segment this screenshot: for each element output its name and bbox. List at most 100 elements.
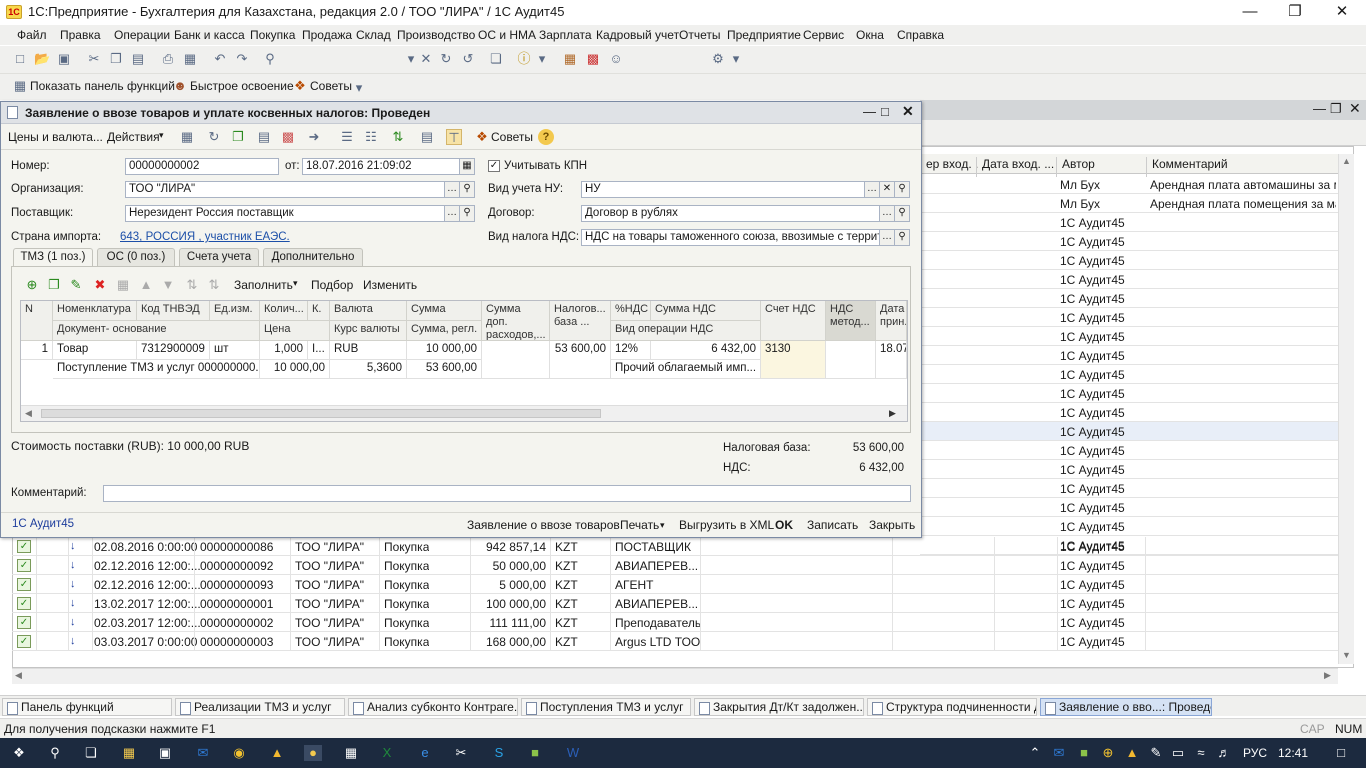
supplier-search-icon[interactable]: ⚲ [459,205,475,222]
tab-additional[interactable]: Дополнительно [263,248,363,266]
table-horizontal-scrollbar[interactable]: ◀ ▶ [21,405,907,421]
norton-icon[interactable]: ▲ [268,745,286,761]
list-row[interactable]: 1С Аудит45 [920,422,1338,441]
table-scroll-thumb[interactable] [41,409,601,418]
table-scroll-right-icon[interactable]: ▶ [889,408,896,419]
list-row[interactable]: 1С Аудит45 [920,270,1338,289]
menu-sales[interactable]: Продажа [302,28,352,42]
menu-assets[interactable]: ОС и НМА [478,28,536,42]
list-vertical-scrollbar[interactable]: ▲ ▼ [1338,154,1354,664]
col-author[interactable]: Автор [1056,157,1146,177]
list-row[interactable]: 1С Аудит45 [920,289,1338,308]
tips-button[interactable]: Советы [310,79,352,93]
save-icon[interactable]: ▣ [56,51,72,67]
open-icon[interactable]: 📂 [34,51,50,67]
tab-os[interactable]: ОС (0 поз.) [97,248,175,266]
col-nomenclature[interactable]: Номенклатура [53,301,137,321]
scroll-down-icon[interactable]: ▼ [1342,650,1351,660]
calculator-icon[interactable]: ▦ [562,51,578,67]
window-tab-subconto[interactable]: Анализ субконто Контраге... [348,698,518,716]
col-base-document[interactable]: Документ- основание [53,321,260,341]
list-row[interactable]: 1С Аудит45 [920,517,1338,536]
move-down-icon[interactable]: ▼ [160,277,176,293]
movements-icon[interactable]: ▩ [280,129,296,145]
menu-salary[interactable]: Зарплата [539,28,592,42]
tray-outlook-icon[interactable]: ✉ [1050,745,1068,761]
date-field[interactable]: 18.07.2016 21:09:02 [302,158,460,175]
notifications-icon[interactable]: □ [1332,745,1350,761]
menu-purchase[interactable]: Покупка [250,28,295,42]
restore-button[interactable]: ❐ [1280,2,1310,22]
cell-accept-date[interactable]: 18.07 [876,341,907,379]
cell-unit[interactable]: шт [210,341,260,360]
list-row[interactable]: ✓ ↓ 02.08.2016 0:00:00 00000000086 ТОО "ЛИРА… [12,537,1338,556]
tray-volume-icon[interactable]: ♬ [1215,745,1233,761]
find-prev-icon[interactable]: ↺ [460,51,476,67]
info-icon[interactable]: ⓘ [516,51,532,67]
tab-tmz[interactable]: ТМЗ (1 поз.) [13,248,93,267]
list-row[interactable]: ✓ ↓ 03.03.2017 0:00:00 00000000003 ТОО "ЛИРА… [12,632,1338,651]
dialog-close-icon[interactable]: ✕ [902,103,914,120]
refresh-icon[interactable]: ↻ [206,129,222,145]
store-icon[interactable]: ▣ [156,745,174,761]
kt-toggle-icon[interactable]: ⊤ [446,129,462,145]
list-row[interactable]: 1С Аудит45 [920,365,1338,384]
col-extra-costs[interactable]: Сумма доп. расходов,... [482,301,550,341]
menu-windows[interactable]: Окна [856,28,884,42]
menu-warehouse[interactable]: Склад [356,28,391,42]
menu-file[interactable]: Файл [17,28,47,42]
window-tab-import-app[interactable]: Заявление о вво...: Проведен [1040,698,1212,716]
menu-service[interactable]: Сервис [803,28,844,42]
bg-min-icon[interactable]: — [1313,101,1326,116]
list-row[interactable]: ✓ ↓ 02.03.2017 12:00:... 00000000002 ТОО "ЛИ… [12,613,1338,632]
taskbar-search-icon[interactable]: ⚲ [46,745,64,761]
tools-dropdown-icon[interactable]: ▾ [728,51,744,67]
nu-clear-icon[interactable]: ✕ [879,181,895,198]
col-in-date[interactable]: Дата вход. ... [976,157,1056,177]
dialog-tips-button[interactable]: Советы [491,130,533,144]
col-accept-date[interactable]: Дата прин... [876,301,907,341]
tray-battery-icon[interactable]: ▭ [1169,745,1187,761]
col-sum-reg[interactable]: Сумма, регл. [407,321,482,341]
window-tab-structure[interactable]: Структура подчиненности д... [867,698,1037,716]
bg-close-icon[interactable]: ✕ [1349,100,1361,117]
pick-button[interactable]: Подбор [311,278,353,292]
sort-asc-icon[interactable]: ⇅ [184,277,200,293]
tray-plus-icon[interactable]: ⊕ [1099,745,1117,761]
cell-extra-costs[interactable] [482,341,550,379]
kpn-checkbox[interactable]: ✓ [488,160,500,172]
col-qty[interactable]: Колич... [260,301,308,321]
report-icon[interactable]: ▤ [419,129,435,145]
tab-accounts[interactable]: Счета учета [179,248,259,266]
nu-select-icon[interactable]: … [864,181,880,198]
edit-row-icon[interactable]: ✎ [68,277,84,293]
list-row[interactable]: Мл Бух Арендная плата помещения за май [920,194,1338,213]
menu-edit[interactable]: Правка [60,28,101,42]
dialog-minimize-icon[interactable]: — [863,104,876,119]
search-icon[interactable]: ⚲ [262,51,278,67]
organization-search-icon[interactable]: ⚲ [459,181,475,198]
print-button[interactable]: Печать [620,518,659,532]
scroll-right-icon[interactable]: ▶ [1324,670,1331,681]
1c-app-icon[interactable]: ● [304,745,322,761]
menu-production[interactable]: Производство [397,28,475,42]
delete-row-icon[interactable]: ✖ [92,277,108,293]
menu-help[interactable]: Справка [897,28,944,42]
outlook-icon[interactable]: ✉ [194,745,212,761]
organization-select-icon[interactable]: … [444,181,460,198]
tray-wifi-icon[interactable]: ≈ [1192,745,1210,761]
cell-nomenclature[interactable]: Товар [53,341,137,360]
country-link[interactable]: 643, РОССИЯ , участник ЕАЭС. [120,231,290,243]
list-row[interactable]: 1С Аудит45 [920,308,1338,327]
vat-kind-search-icon[interactable]: ⚲ [894,229,910,246]
tray-clock[interactable]: 12:41 [1278,746,1308,760]
snipping-icon[interactable]: ✂ [452,745,470,761]
nu-field[interactable]: НУ [581,181,865,198]
tray-drive-icon[interactable]: ▲ [1123,745,1141,761]
search-dropdown-icon[interactable]: ▾ [403,51,419,67]
tray-pen-icon[interactable]: ✎ [1147,745,1165,761]
cell-vat-operation[interactable]: Прочий облагаемый имп... [611,360,761,379]
vat-kind-field[interactable]: НДС на товары таможенного союза, ввозимы… [581,229,880,246]
list-row[interactable]: 1С Аудит45 [920,460,1338,479]
contract-field[interactable]: Договор в рублях [581,205,880,222]
